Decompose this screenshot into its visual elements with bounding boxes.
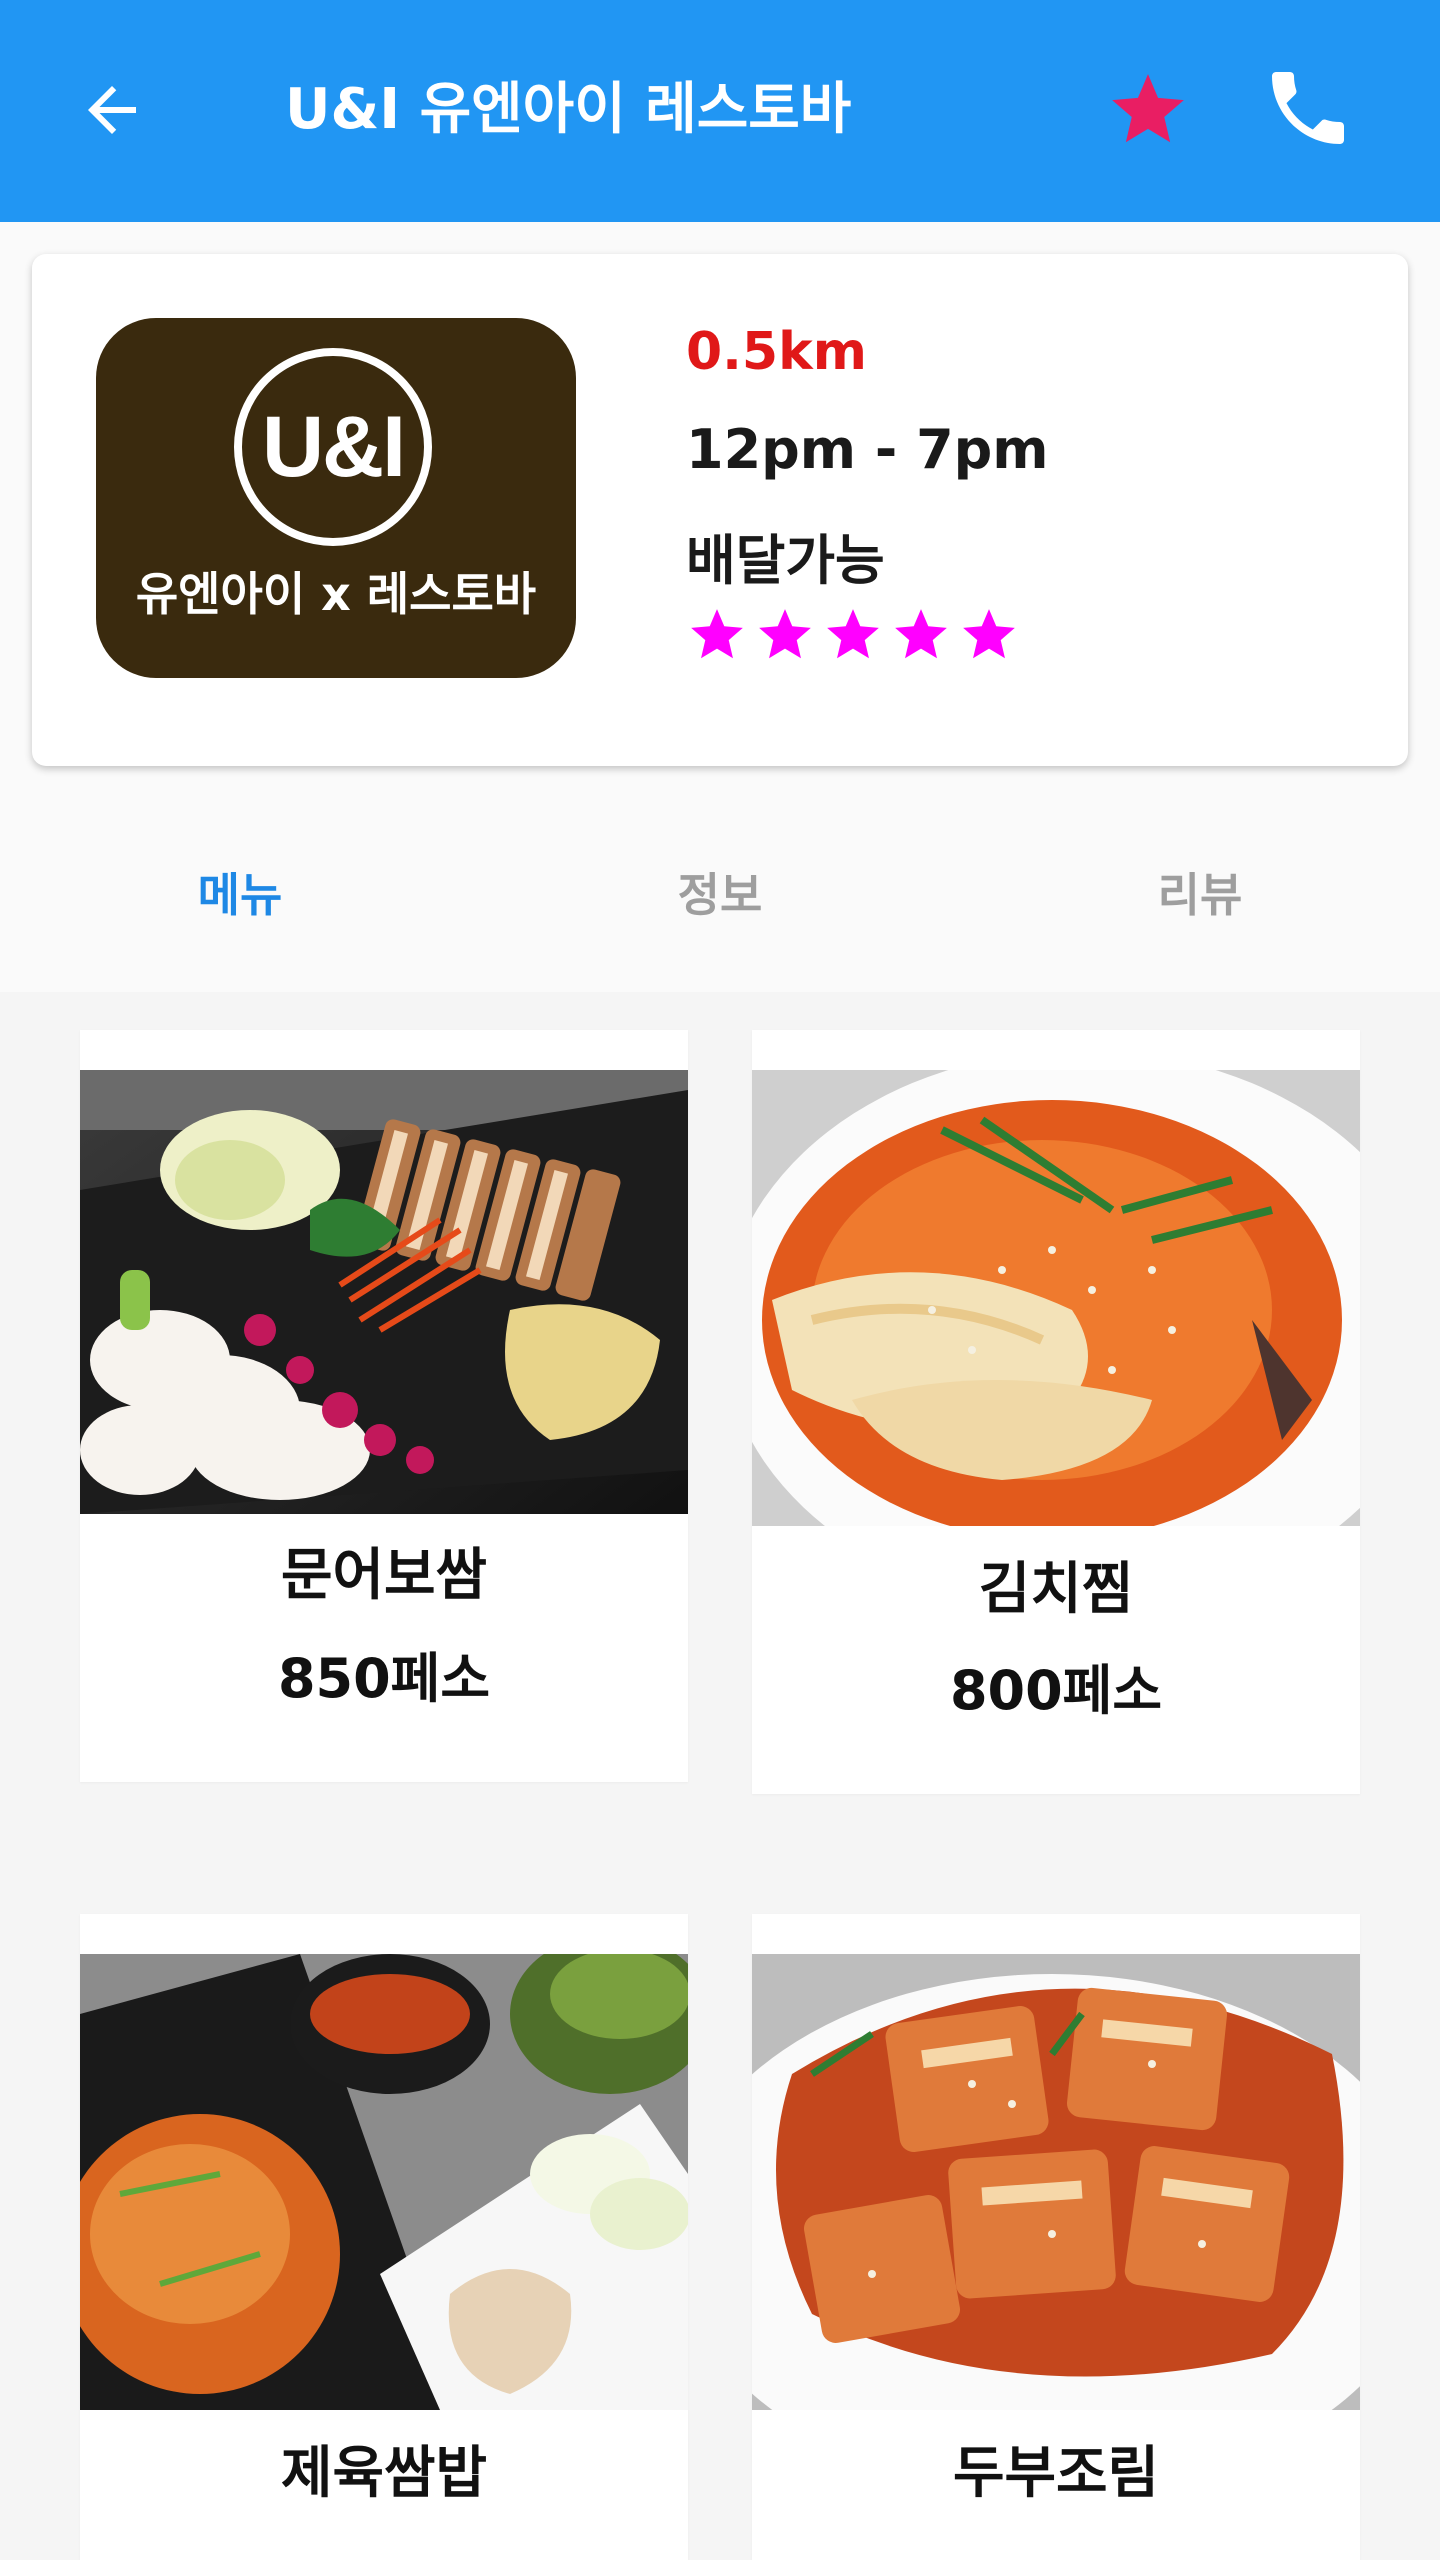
- page-title: U&I 유엔아이 레스토바: [285, 77, 852, 142]
- rating-star-icon: [822, 604, 884, 666]
- tab-menu[interactable]: 메뉴: [0, 800, 480, 990]
- tab-info[interactable]: 정보: [480, 800, 960, 990]
- delivery-status: 배달가능: [686, 529, 885, 592]
- logo-ring: U&I: [234, 348, 432, 546]
- logo-mark: U&I: [261, 398, 406, 495]
- menu-item-card[interactable]: 문어보쌈 850페소: [80, 1030, 688, 1782]
- menu-item-name: 김치찜: [978, 1557, 1134, 1622]
- menu-item-photo: [80, 1070, 688, 1514]
- arrow-left-icon: [88, 86, 136, 134]
- tab-bar: 메뉴 정보 리뷰: [0, 800, 1440, 990]
- restaurant-logo: U&I 유엔아이 x 레스토바: [96, 318, 576, 678]
- rating-stars: [686, 604, 1020, 666]
- tab-reviews[interactable]: 리뷰: [960, 800, 1440, 990]
- call-button[interactable]: [1256, 56, 1360, 160]
- rating-star-icon: [754, 604, 816, 666]
- menu-item-card[interactable]: 두부조림: [752, 1914, 1360, 2560]
- rating-star-icon: [958, 604, 1020, 666]
- rating-star-icon: [686, 604, 748, 666]
- hours-text: 12pm - 7pm: [686, 418, 1049, 481]
- menu-item-card[interactable]: 제육쌈밥: [80, 1914, 688, 2560]
- back-button[interactable]: [70, 60, 154, 160]
- app-bar: U&I 유엔아이 레스토바: [0, 0, 1440, 222]
- phone-icon: [1272, 72, 1344, 144]
- menu-item-photo: [80, 1954, 688, 2410]
- menu-item-card[interactable]: 김치찜 800페소: [752, 1030, 1360, 1794]
- rating-star-icon: [890, 604, 952, 666]
- menu-item-name: 제육쌈밥: [280, 2441, 488, 2506]
- favorite-button[interactable]: [1100, 60, 1196, 160]
- menu-item-price: 850페소: [277, 1647, 491, 1710]
- menu-item-price: 800페소: [949, 1659, 1163, 1722]
- menu-item-name: 문어보쌈: [280, 1543, 488, 1608]
- star-icon: [1112, 74, 1184, 143]
- menu-item-name: 두부조림: [952, 2441, 1160, 2506]
- distance-text: 0.5km: [686, 322, 867, 382]
- logo-subtitle: 유엔아이 x 레스토바: [135, 567, 537, 621]
- menu-item-photo: [752, 1070, 1360, 1526]
- menu-item-photo: [752, 1954, 1360, 2410]
